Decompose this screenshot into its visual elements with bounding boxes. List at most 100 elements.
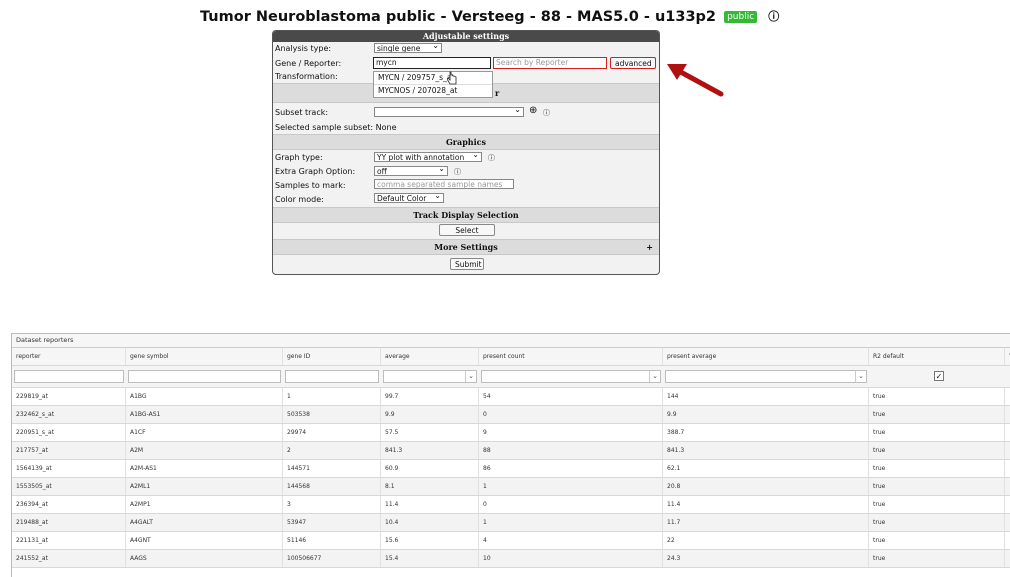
dropdown-arrow-icon: ⌄	[649, 371, 660, 382]
cell-present-count: 10	[479, 550, 663, 567]
cell-average: 57.5	[381, 424, 479, 441]
samples-to-mark-input[interactable]: comma separated sample names	[374, 179, 514, 189]
cell-reporter: 229819_at	[12, 388, 126, 405]
cell-gene-id: 53947	[283, 514, 381, 531]
transformation-label: Transformation:	[275, 72, 338, 81]
filter-input-gene-symbol[interactable]	[128, 370, 281, 383]
cell-gene-id: 29974	[283, 424, 381, 441]
cell-present-average: 11.4	[663, 496, 869, 513]
cell-present-average: 11.7	[663, 514, 869, 531]
cell-present-average: 62.1	[663, 460, 869, 477]
analysis-type-select[interactable]: single gene	[374, 43, 442, 53]
column-header-present-count[interactable]: present count	[479, 348, 663, 365]
select-tracks-button[interactable]: Select tracks	[439, 224, 495, 247]
color-mode-value: Default Color	[377, 194, 427, 203]
subset-info-icon[interactable]: ⓘ	[543, 108, 550, 118]
column-header-present-average[interactable]: present average	[663, 348, 869, 365]
cell-reporter: 1564139_at	[12, 460, 126, 477]
table-row[interactable]: 232462_s_at A1BG-AS1 503538 9.9 0 9.9 true	[12, 406, 1010, 424]
graph-type-value: YY plot with annotation	[377, 153, 465, 162]
column-header-y[interactable]: Y	[1005, 348, 1010, 365]
column-header-reporter[interactable]: reporter	[12, 348, 126, 365]
info-icon[interactable]: ⓘ	[768, 10, 779, 23]
suggestion-item[interactable]: MYCNOS / 207028_at	[374, 84, 492, 97]
cell-gene-id: 1	[283, 388, 381, 405]
column-header-gene-id[interactable]: gene ID	[283, 348, 381, 365]
filter-input-gene-id[interactable]	[285, 370, 379, 383]
extra-graph-option-value: off	[377, 167, 387, 176]
cell-gene-symbol: A4GNT	[126, 532, 283, 549]
table-row[interactable]: 220951_s_at A1CF 29974 57.5 9 388.7 true	[12, 424, 1010, 442]
gene-reporter-value: mycn	[376, 58, 397, 67]
column-header-average[interactable]: average	[381, 348, 479, 365]
extra-graph-option-label: Extra Graph Option:	[275, 167, 356, 176]
table-caption: Dataset reporters	[12, 334, 1010, 348]
cell-average: 11.4	[381, 496, 479, 513]
table-row[interactable]: 219488_at A4GALT 53947 10.4 1 11.7 true	[12, 514, 1010, 532]
advanced-button[interactable]: advanced	[610, 57, 656, 69]
analysis-type-value: single gene	[377, 44, 421, 53]
extra-option-info-icon[interactable]: ⓘ	[454, 167, 461, 177]
cell-present-average: 841.3	[663, 442, 869, 459]
table-row[interactable]: 241552_at AAGS 100506677 15.4 10 24.3 true	[12, 550, 1010, 568]
cell-r2-default: true	[869, 514, 1005, 531]
cell-reporter: 221131_at	[12, 532, 126, 549]
cell-gene-id: 51146	[283, 532, 381, 549]
cell-gene-id: 100506677	[283, 550, 381, 567]
submit-button[interactable]: Submit	[450, 258, 484, 270]
cell-present-count: 1	[479, 478, 663, 495]
add-circle-icon[interactable]: ⊕	[529, 105, 537, 116]
graph-type-select[interactable]: YY plot with annotation	[374, 152, 482, 162]
cell-gene-id: 2	[283, 442, 381, 459]
cell-reporter: 236394_at	[12, 496, 126, 513]
obscured-header-char: r	[495, 88, 500, 98]
table-row[interactable]: 1553505_at A2ML1 144568 8.1 1 20.8 true	[12, 478, 1010, 496]
selected-subset-value: None	[375, 123, 397, 132]
suggestion-item[interactable]: MYCN / 209757_s_at	[374, 72, 492, 84]
table-row[interactable]: 236394_at A2MP1 3 11.4 0 11.4 true	[12, 496, 1010, 514]
dropdown-arrow-icon: ⌄	[855, 371, 866, 382]
cell-gene-symbol: A1BG	[126, 388, 283, 405]
cell-average: 99.7	[381, 388, 479, 405]
subset-track-select[interactable]	[374, 107, 524, 117]
cell-present-average: 20.8	[663, 478, 869, 495]
cell-average: 15.4	[381, 550, 479, 567]
color-mode-select[interactable]: Default Color	[374, 193, 444, 203]
cell-average: 10.4	[381, 514, 479, 531]
r2-default-checkbox[interactable]: ✓	[934, 371, 944, 381]
cell-present-average: 9.9	[663, 406, 869, 423]
cell-average: 60.9	[381, 460, 479, 477]
filter-select-present-count[interactable]: ⌄	[481, 370, 661, 383]
filter-select-present-average[interactable]: ⌄	[665, 370, 867, 383]
selected-subset-label: Selected sample subset: None	[275, 123, 397, 132]
gene-suggestion-dropdown: MYCN / 209757_s_at MYCNOS / 207028_at	[373, 71, 493, 98]
table-row[interactable]: 229819_at A1BG 1 99.7 54 144 true	[12, 388, 1010, 406]
track-display-section-header: Track Display Selection	[273, 207, 659, 223]
cell-present-count: 9	[479, 424, 663, 441]
column-header-gene-symbol[interactable]: gene symbol	[126, 348, 283, 365]
settings-header: Adjustable settings	[273, 31, 659, 42]
graph-type-info-icon[interactable]: ⓘ	[488, 153, 495, 163]
cell-reporter: 1553505_at	[12, 478, 126, 495]
filter-input-reporter[interactable]	[14, 370, 124, 383]
gene-reporter-input[interactable]: mycn	[373, 57, 491, 69]
extra-graph-option-select[interactable]: off	[374, 166, 448, 176]
filter-select-average[interactable]: ⌄	[383, 370, 477, 383]
more-settings-section-header[interactable]: More Settings +	[273, 239, 659, 255]
cell-gene-symbol: A1CF	[126, 424, 283, 441]
table-row[interactable]: 1564139_at A2M-AS1 144571 60.9 86 62.1 true	[12, 460, 1010, 478]
graph-type-label: Graph type:	[275, 153, 323, 162]
search-by-reporter-input[interactable]: Search by Reporter	[493, 57, 607, 69]
column-header-r2-default[interactable]: R2 default	[869, 348, 1005, 365]
red-arrow-icon	[667, 64, 724, 97]
cell-gene-symbol: AAGS	[126, 550, 283, 567]
table-row[interactable]: 217757_at A2M 2 841.3 88 841.3 true	[12, 442, 1010, 460]
cell-average: 841.3	[381, 442, 479, 459]
expand-plus-icon[interactable]: +	[646, 240, 653, 254]
color-mode-label: Color mode:	[275, 195, 324, 204]
cell-present-count: 1	[479, 514, 663, 531]
table-row[interactable]: 221131_at A4GNT 51146 15.6 4 22 true	[12, 532, 1010, 550]
page-title-text: Tumor Neuroblastoma public - Versteeg - …	[200, 9, 717, 25]
subset-track-label: Subset track:	[275, 108, 329, 117]
cell-gene-symbol: A2M-AS1	[126, 460, 283, 477]
